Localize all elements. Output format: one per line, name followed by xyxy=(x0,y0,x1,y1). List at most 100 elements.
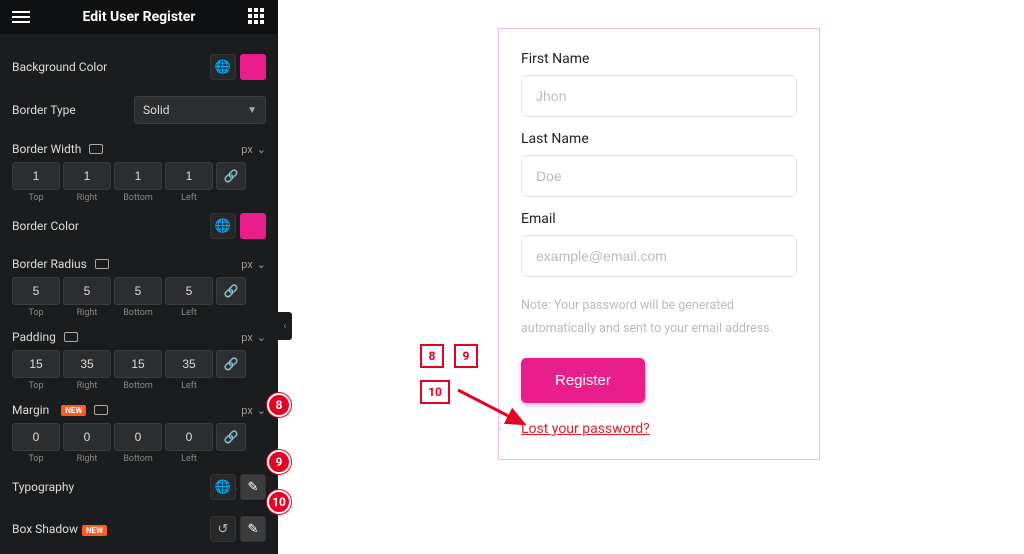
padding-head: Padding px ⌄ xyxy=(12,318,266,344)
side-bottom: Bottom xyxy=(114,308,162,318)
collapse-sidebar-icon[interactable]: ‹ xyxy=(278,312,292,340)
border-width-right[interactable] xyxy=(63,162,111,190)
password-note: Note: Your password will be generated au… xyxy=(521,295,797,340)
reset-icon[interactable]: ↺ xyxy=(210,516,236,542)
side-left: Left xyxy=(165,454,213,464)
annotation-box-9: 9 xyxy=(454,344,478,368)
responsive-icon[interactable] xyxy=(64,332,78,342)
border-radius-label: Border Radius xyxy=(12,257,87,271)
padding-unit[interactable]: px ⌄ xyxy=(241,331,266,344)
responsive-icon[interactable] xyxy=(89,144,103,154)
background-color-row: Background Color 🌐 xyxy=(12,44,266,86)
margin-head: Margin NEW px ⌄ xyxy=(12,391,266,417)
side-top: Top xyxy=(12,381,60,391)
margin-left[interactable] xyxy=(165,423,213,451)
lost-password-link[interactable]: Lost your password? xyxy=(521,421,797,437)
sidebar-header: Edit User Register xyxy=(0,0,278,34)
annotation-circle-8: 8 xyxy=(267,393,291,417)
border-color-label: Border Color xyxy=(12,219,79,233)
side-bottom: Bottom xyxy=(114,193,162,203)
side-left: Left xyxy=(165,193,213,203)
editor-sidebar: Edit User Register Background Color 🌐 Bo… xyxy=(0,0,278,554)
border-type-label: Border Type xyxy=(12,103,76,117)
side-top: Top xyxy=(12,193,60,203)
border-radius-bottom[interactable] xyxy=(114,277,162,305)
side-right: Right xyxy=(63,454,111,464)
border-color-swatch[interactable] xyxy=(240,213,266,239)
margin-bottom[interactable] xyxy=(114,423,162,451)
chevron-down-icon: ⌄ xyxy=(257,404,266,417)
side-left: Left xyxy=(165,381,213,391)
last-name-label: Last Name xyxy=(521,131,797,147)
first-name-input[interactable] xyxy=(521,75,797,117)
padding-top[interactable] xyxy=(12,350,60,378)
menu-icon[interactable] xyxy=(12,8,30,26)
globe-icon[interactable]: 🌐 xyxy=(210,54,236,80)
margin-label: Margin xyxy=(12,403,49,417)
link-values-icon[interactable]: 🔗 xyxy=(216,277,246,305)
new-badge: NEW xyxy=(82,525,107,536)
border-width-left[interactable] xyxy=(165,162,213,190)
border-radius-unit[interactable]: px ⌄ xyxy=(241,258,266,271)
box-shadow-label: Box ShadowNEW xyxy=(12,522,107,536)
chevron-down-icon: ⌄ xyxy=(257,143,266,156)
border-color-row: Border Color 🌐 xyxy=(12,203,266,245)
form-preview: First Name Last Name Email Note: Your pa… xyxy=(498,28,820,460)
annotation-box-10: 10 xyxy=(420,380,450,404)
side-top: Top xyxy=(12,308,60,318)
border-width-head: Border Width px ⌄ xyxy=(12,130,266,156)
padding-left[interactable] xyxy=(165,350,213,378)
border-width-unit[interactable]: px ⌄ xyxy=(241,143,266,156)
border-type-value: Solid xyxy=(143,103,170,117)
border-radius-head: Border Radius px ⌄ xyxy=(12,245,266,271)
border-type-row: Border Type Solid ▼ xyxy=(12,86,266,130)
border-radius-inputs: 🔗 xyxy=(12,277,266,305)
border-width-top[interactable] xyxy=(12,162,60,190)
border-radius-top[interactable] xyxy=(12,277,60,305)
chevron-down-icon: ⌄ xyxy=(257,258,266,271)
margin-unit[interactable]: px ⌄ xyxy=(241,404,266,417)
side-right: Right xyxy=(63,193,111,203)
padding-right[interactable] xyxy=(63,350,111,378)
responsive-icon[interactable] xyxy=(95,259,109,269)
side-top: Top xyxy=(12,454,60,464)
margin-right[interactable] xyxy=(63,423,111,451)
side-left: Left xyxy=(165,308,213,318)
padding-inputs: 🔗 xyxy=(12,350,266,378)
email-label: Email xyxy=(521,211,797,227)
margin-top[interactable] xyxy=(12,423,60,451)
first-name-label: First Name xyxy=(521,51,797,67)
apps-icon[interactable] xyxy=(248,8,266,26)
border-radius-left[interactable] xyxy=(165,277,213,305)
side-right: Right xyxy=(63,308,111,318)
padding-label: Padding xyxy=(12,330,56,344)
register-button[interactable]: Register xyxy=(521,358,645,403)
box-shadow-row: Box ShadowNEW ↺ ✎ xyxy=(12,506,266,548)
side-right: Right xyxy=(63,381,111,391)
globe-icon[interactable]: 🌐 xyxy=(210,213,236,239)
globe-icon[interactable]: 🌐 xyxy=(210,474,236,500)
background-color-label: Background Color xyxy=(12,60,107,74)
responsive-icon[interactable] xyxy=(94,405,108,415)
side-bottom: Bottom xyxy=(114,381,162,391)
new-badge: NEW xyxy=(61,405,86,416)
link-values-icon[interactable]: 🔗 xyxy=(216,423,246,451)
side-bottom: Bottom xyxy=(114,454,162,464)
border-width-bottom[interactable] xyxy=(114,162,162,190)
link-values-icon[interactable]: 🔗 xyxy=(216,350,246,378)
padding-bottom[interactable] xyxy=(114,350,162,378)
border-width-label: Border Width xyxy=(12,142,81,156)
annotation-circle-10: 10 xyxy=(267,490,291,514)
annotation-box-8: 8 xyxy=(420,344,444,368)
pencil-icon[interactable]: ✎ xyxy=(240,474,266,500)
link-values-icon[interactable]: 🔗 xyxy=(216,162,246,190)
margin-inputs: 🔗 xyxy=(12,423,266,451)
last-name-input[interactable] xyxy=(521,155,797,197)
pencil-icon[interactable]: ✎ xyxy=(240,516,266,542)
chevron-down-icon: ⌄ xyxy=(257,331,266,344)
bg-color-swatch[interactable] xyxy=(240,54,266,80)
border-width-inputs: 🔗 xyxy=(12,162,266,190)
email-input[interactable] xyxy=(521,235,797,277)
border-radius-right[interactable] xyxy=(63,277,111,305)
border-type-select[interactable]: Solid ▼ xyxy=(134,96,266,124)
